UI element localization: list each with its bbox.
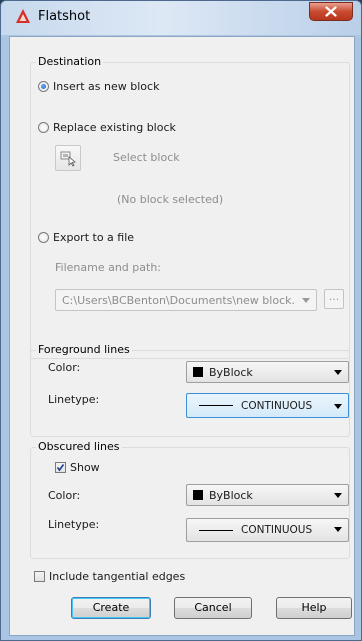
select-block-icon bbox=[60, 151, 76, 167]
destination-group bbox=[30, 62, 350, 359]
obscured-lines-label: Obscured lines bbox=[36, 440, 122, 453]
flatshot-window: Flatshot Destination Insert as new block… bbox=[0, 0, 362, 641]
filename-path-label: Filename and path: bbox=[55, 261, 162, 274]
replace-existing-block-option[interactable]: Replace existing block bbox=[38, 121, 176, 134]
create-button[interactable]: Create bbox=[71, 597, 151, 619]
foreground-color-value: ByBlock bbox=[209, 365, 253, 379]
foreground-color-label: Color: bbox=[48, 361, 81, 374]
chevron-down-icon bbox=[334, 404, 342, 409]
select-block-button[interactable] bbox=[55, 145, 81, 171]
dialog-body: Destination Insert as new block Replace … bbox=[9, 36, 355, 636]
foreground-linetype-combo[interactable]: CONTINUOUS bbox=[186, 393, 349, 418]
color-swatch bbox=[193, 367, 203, 377]
export-to-file-option[interactable]: Export to a file bbox=[38, 231, 134, 244]
export-to-file-label: Export to a file bbox=[53, 231, 135, 244]
tangential-edges-checkbox[interactable] bbox=[34, 571, 45, 582]
show-checkbox[interactable] bbox=[55, 462, 66, 473]
filename-path-value: C:\Users\BCBenton\Documents\new block. bbox=[62, 293, 295, 307]
show-label: Show bbox=[70, 461, 100, 474]
chevron-down-icon bbox=[334, 527, 342, 532]
obscured-color-value: ByBlock bbox=[209, 488, 253, 502]
chevron-down-icon bbox=[302, 298, 310, 303]
obscured-color-label: Color: bbox=[48, 489, 81, 502]
tangential-edges-label: Include tangential edges bbox=[49, 570, 186, 583]
autocad-logo-icon bbox=[15, 8, 31, 24]
replace-existing-block-radio[interactable] bbox=[38, 122, 49, 133]
replace-existing-block-label: Replace existing block bbox=[53, 121, 176, 134]
browse-button[interactable]: ... bbox=[324, 289, 344, 309]
foreground-linetype-label: Linetype: bbox=[48, 393, 100, 406]
export-to-file-radio[interactable] bbox=[38, 232, 49, 243]
obscured-color-combo[interactable]: ByBlock bbox=[186, 484, 349, 506]
color-swatch bbox=[193, 490, 203, 500]
select-block-label: Select block bbox=[113, 151, 180, 164]
tangential-edges-option[interactable]: Include tangential edges bbox=[34, 570, 185, 583]
insert-new-block-radio[interactable] bbox=[38, 81, 49, 92]
show-obscured-option[interactable]: Show bbox=[55, 461, 100, 474]
destination-group-label: Destination bbox=[36, 55, 104, 68]
obscured-linetype-label: Linetype: bbox=[48, 518, 100, 531]
window-title: Flatshot bbox=[38, 9, 91, 24]
obscured-linetype-combo[interactable]: CONTINUOUS bbox=[186, 518, 349, 542]
insert-new-block-option[interactable]: Insert as new block bbox=[38, 80, 159, 93]
insert-new-block-label: Insert as new block bbox=[53, 80, 160, 93]
cancel-button[interactable]: Cancel bbox=[174, 597, 252, 619]
close-button[interactable] bbox=[309, 2, 353, 21]
close-icon bbox=[325, 6, 337, 17]
chevron-down-icon bbox=[334, 493, 342, 498]
filename-path-combo[interactable]: C:\Users\BCBenton\Documents\new block. bbox=[55, 289, 317, 311]
chevron-down-icon bbox=[334, 370, 342, 375]
checkmark-icon bbox=[56, 464, 65, 472]
linetype-preview bbox=[199, 405, 233, 406]
title-bar[interactable]: Flatshot bbox=[1, 1, 361, 35]
foreground-linetype-value: CONTINUOUS bbox=[241, 399, 313, 412]
foreground-lines-label: Foreground lines bbox=[36, 343, 132, 356]
foreground-color-combo[interactable]: ByBlock bbox=[186, 361, 349, 383]
linetype-preview bbox=[199, 529, 233, 531]
no-block-selected-text: (No block selected) bbox=[117, 193, 224, 206]
help-button[interactable]: Help bbox=[276, 597, 352, 619]
obscured-linetype-value: CONTINUOUS bbox=[241, 524, 313, 536]
